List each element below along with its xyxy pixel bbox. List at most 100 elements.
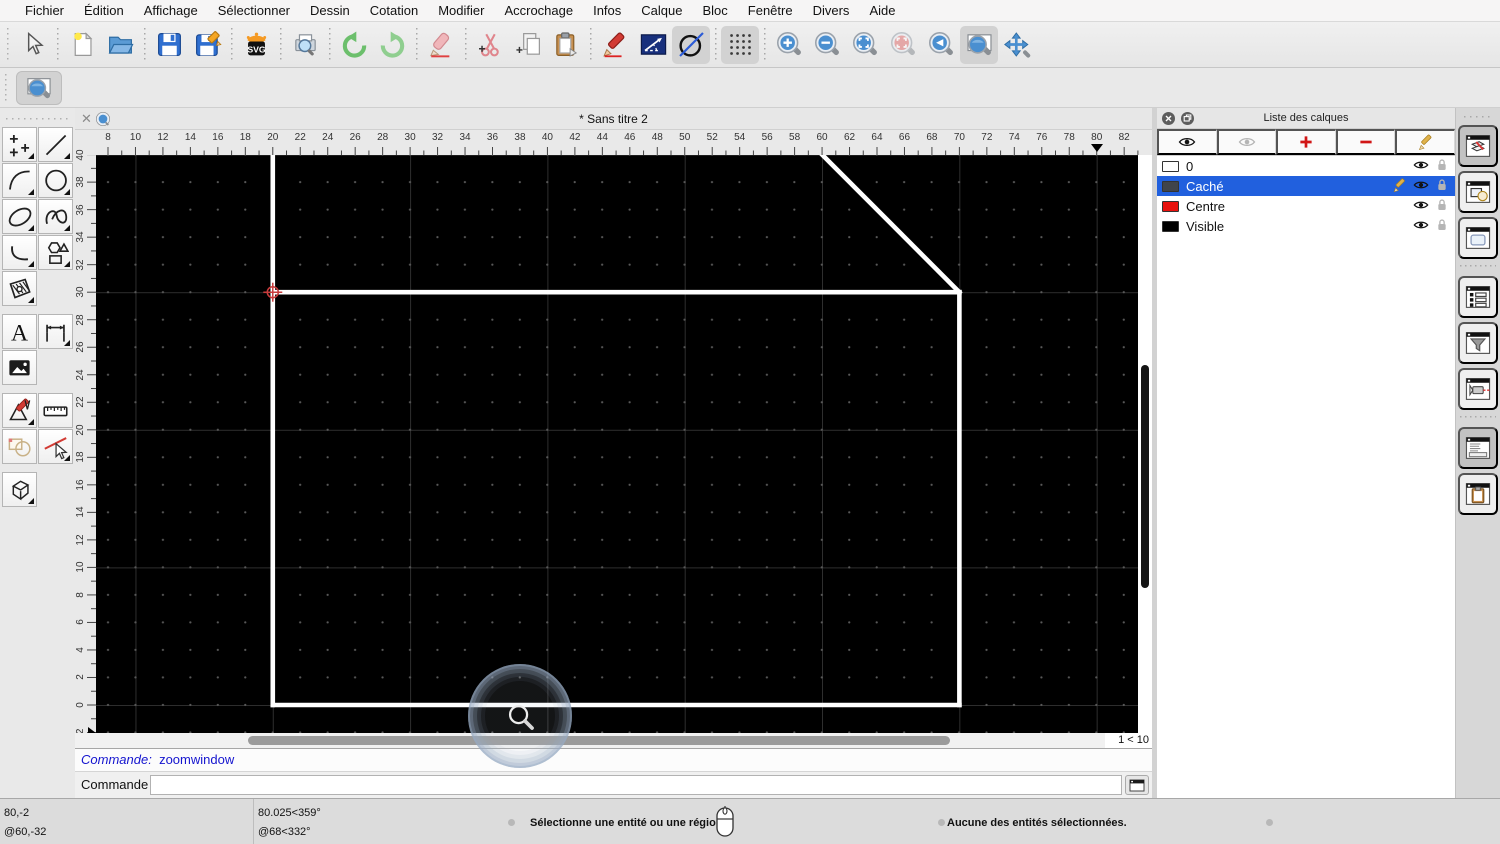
menu-calque[interactable]: Calque xyxy=(631,0,692,22)
selection-cursor-button[interactable] xyxy=(14,26,52,64)
zoom-pan-button[interactable] xyxy=(998,26,1036,64)
redo-button[interactable] xyxy=(373,26,411,64)
entity-list-dock-button[interactable] xyxy=(1458,276,1498,318)
menu-infos[interactable]: Infos xyxy=(583,0,631,22)
vertical-scrollbar-thumb[interactable] xyxy=(1141,365,1149,588)
undo-button[interactable] xyxy=(335,26,373,64)
menu-accrochage[interactable]: Accrochage xyxy=(494,0,583,22)
points-tool-button[interactable] xyxy=(1,126,37,162)
menu-dessin[interactable]: Dessin xyxy=(300,0,360,22)
horizontal-scrollbar[interactable] xyxy=(75,733,1105,748)
layer-visibility-icon[interactable] xyxy=(1408,157,1429,176)
layer-visibility-icon[interactable] xyxy=(1408,217,1429,236)
layer-row-visible[interactable]: Visible xyxy=(1157,216,1455,236)
box-3d-tool-button[interactable] xyxy=(1,471,37,507)
hide-all-layers-button[interactable] xyxy=(1216,129,1277,155)
layer-row-0[interactable]: 0 xyxy=(1157,156,1455,176)
print-preview-button[interactable] xyxy=(286,26,324,64)
ruler-label: 36 xyxy=(486,132,499,143)
menu-fichier[interactable]: Fichier xyxy=(15,0,74,22)
polyline-tool-button[interactable] xyxy=(1,234,37,270)
toolbar-drag-handle[interactable] xyxy=(2,73,10,102)
circle-tool-button[interactable] xyxy=(37,162,73,198)
layer-lock-icon[interactable] xyxy=(1429,177,1450,196)
menu-affichage[interactable]: Affichage xyxy=(134,0,208,22)
close-panel-icon[interactable] xyxy=(1162,112,1175,125)
add-layer-button[interactable] xyxy=(1276,129,1336,155)
save-document-button[interactable] xyxy=(150,26,188,64)
polygon-tool-button[interactable] xyxy=(37,234,73,270)
block-list-dock-button[interactable] xyxy=(1458,171,1498,213)
zoom-window-button[interactable] xyxy=(960,25,998,64)
dock-drag-handle[interactable] xyxy=(1464,114,1492,119)
command-input[interactable] xyxy=(150,775,1122,795)
measure-tool-button[interactable] xyxy=(37,392,73,428)
menu-selectionner[interactable]: Sélectionner xyxy=(208,0,300,22)
zoom-out-button[interactable] xyxy=(808,26,846,64)
clipboard-panel-dock-button[interactable] xyxy=(1458,473,1498,515)
save-document-as-button[interactable] xyxy=(188,26,226,64)
remove-layer-button[interactable] xyxy=(1335,129,1396,155)
toolbar-separator xyxy=(53,27,62,62)
deselect-tool-button[interactable] xyxy=(37,428,73,464)
new-document-button[interactable] xyxy=(63,26,101,64)
pen-settings-button[interactable] xyxy=(596,26,634,64)
command-line-dock-button[interactable] xyxy=(1458,427,1498,469)
library-browser-dock-button[interactable] xyxy=(1458,217,1498,259)
cut-button[interactable] xyxy=(471,26,509,64)
layer-list-dock-button[interactable] xyxy=(1458,125,1498,167)
drawing-canvas[interactable] xyxy=(96,155,1138,733)
modify-tool-button[interactable] xyxy=(1,392,37,428)
menu-fenetre[interactable]: Fenêtre xyxy=(738,0,803,22)
layer-visibility-icon[interactable] xyxy=(1408,197,1429,216)
layer-lock-icon[interactable] xyxy=(1429,197,1450,216)
hatch-tool-button[interactable] xyxy=(1,270,37,306)
palette-drag-handle[interactable] xyxy=(6,116,69,122)
menu-bloc[interactable]: Bloc xyxy=(692,0,737,22)
vertical-scrollbar[interactable] xyxy=(1138,155,1152,733)
arc-tool-button[interactable] xyxy=(1,162,37,198)
export-svg-button[interactable]: SVG xyxy=(237,26,275,64)
open-document-button[interactable] xyxy=(101,26,139,64)
image-tool-button[interactable] xyxy=(1,349,37,385)
toolbar-separator xyxy=(586,27,595,62)
detach-command-button[interactable] xyxy=(1125,775,1149,795)
ruler-label: 8 xyxy=(75,592,86,598)
line-tool-button[interactable] xyxy=(37,126,73,162)
construction-mode-button[interactable] xyxy=(672,25,710,64)
delete-eraser-button[interactable] xyxy=(422,26,460,64)
pen-palette-dock-button[interactable] xyxy=(1458,368,1498,410)
ruler-label: 48 xyxy=(651,132,663,143)
horizontal-scrollbar-thumb[interactable] xyxy=(248,736,950,745)
show-all-layers-button[interactable] xyxy=(1157,129,1217,155)
menu-divers[interactable]: Divers xyxy=(803,0,860,22)
float-panel-icon[interactable] xyxy=(1181,112,1194,125)
paste-button[interactable] xyxy=(547,26,585,64)
zoom-in-button[interactable] xyxy=(770,26,808,64)
toolbar-separator xyxy=(711,27,720,62)
spline-tool-button[interactable] xyxy=(37,198,73,234)
copy-button[interactable] xyxy=(509,26,547,64)
layer-row-centre[interactable]: Centre xyxy=(1157,196,1455,216)
selection-filter-dock-button[interactable] xyxy=(1458,322,1498,364)
ellipse-tool-button[interactable] xyxy=(1,198,37,234)
toolbar-drag-handle[interactable] xyxy=(4,27,12,62)
text-tool-button[interactable]: A xyxy=(1,313,37,349)
layer-visibility-icon[interactable] xyxy=(1408,177,1429,196)
snap-grid-button[interactable] xyxy=(721,25,759,64)
menu-modifier[interactable]: Modifier xyxy=(428,0,494,22)
edit-layer-button[interactable] xyxy=(1395,129,1455,155)
zoom-window-tool-button[interactable] xyxy=(16,70,62,105)
zoom-auto-button[interactable] xyxy=(846,26,884,64)
layer-lock-icon[interactable] xyxy=(1429,157,1450,176)
dimension-tool-button[interactable] xyxy=(37,313,73,349)
menu-cotation[interactable]: Cotation xyxy=(360,0,428,22)
layer-lock-icon[interactable] xyxy=(1429,217,1450,236)
layer-row-cache[interactable]: Caché xyxy=(1157,176,1455,196)
angle-ortho-button[interactable] xyxy=(634,26,672,64)
menu-edition[interactable]: Édition xyxy=(74,0,134,22)
zoom-previous-button[interactable] xyxy=(884,26,922,64)
attributes-tool-button[interactable] xyxy=(1,428,37,464)
zoom-redraw-button[interactable] xyxy=(922,26,960,64)
menu-aide[interactable]: Aide xyxy=(859,0,905,22)
